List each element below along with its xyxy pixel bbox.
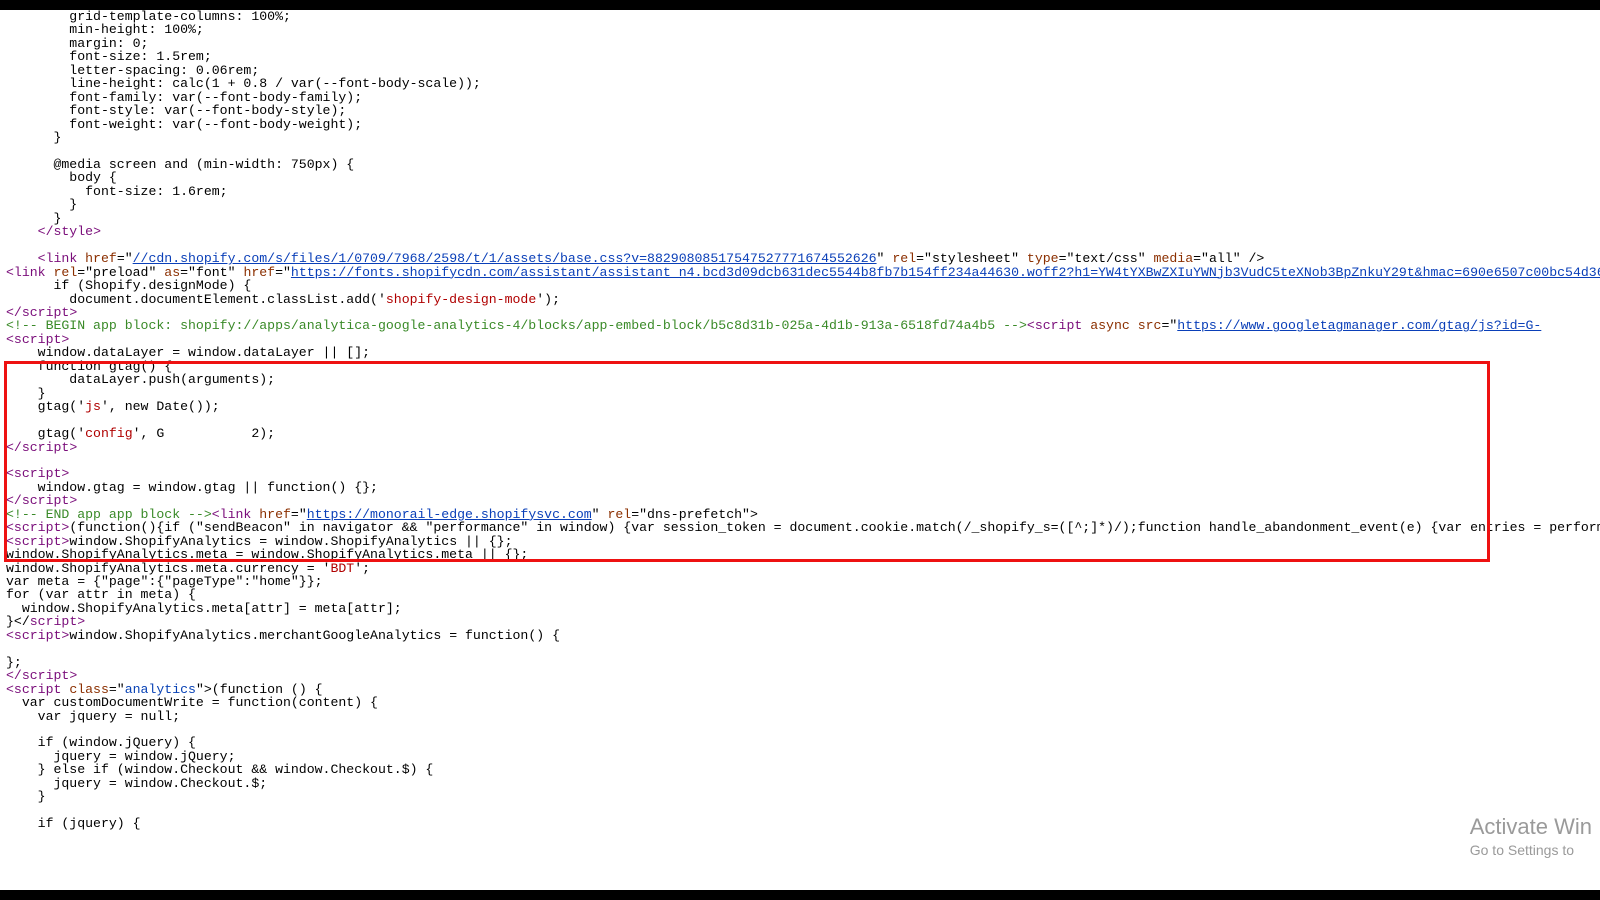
code-token: ', G 2); (133, 426, 275, 441)
code-token: BDT (330, 561, 354, 576)
code-comment: <!-- BEGIN app block: shopify://apps/ana… (6, 318, 1027, 333)
code-token: </ (6, 224, 53, 239)
code-token: 2 (1541, 318, 1600, 333)
code-line: var jquery = null; (6, 709, 180, 724)
code-token: < (6, 628, 14, 643)
code-token: =" (275, 265, 291, 280)
code-url[interactable]: https://www.googletagmanager.com/gtag/js… (1177, 318, 1541, 333)
code-token: js (85, 399, 101, 414)
code-line: } (6, 789, 46, 804)
code-token: '); (536, 292, 560, 307)
code-token: config (85, 426, 132, 441)
code-token: script (14, 628, 61, 643)
code-token: > (69, 440, 77, 455)
code-token: async src (1082, 318, 1161, 333)
code-token: > (93, 224, 101, 239)
code-token: =" (1161, 318, 1177, 333)
code-token: script (1035, 318, 1082, 333)
code-token: '; (354, 561, 370, 576)
code-token: ', new Date()); (101, 399, 220, 414)
code-block[interactable]: grid-template-columns: 100%; min-height:… (0, 10, 1600, 831)
code-url[interactable]: https://fonts.shopifycdn.com/assistant/a… (291, 265, 1600, 280)
code-line: if (jquery) { (6, 816, 141, 831)
code-line: } (6, 130, 61, 145)
code-token: gtag(' (6, 399, 85, 414)
code-line: dataLayer.push(arguments); (6, 372, 275, 387)
source-view: grid-template-columns: 100%; min-height:… (0, 10, 1600, 890)
code-token: < (1027, 318, 1035, 333)
code-token: </ (6, 440, 22, 455)
code-token: window.ShopifyAnalytics.merchantGoogleAn… (69, 628, 560, 643)
code-token: script (22, 440, 69, 455)
code-token: style (53, 224, 93, 239)
watermark-subtitle: Go to Settings to (1470, 842, 1592, 858)
code-token: shopify-design-mode (386, 292, 536, 307)
